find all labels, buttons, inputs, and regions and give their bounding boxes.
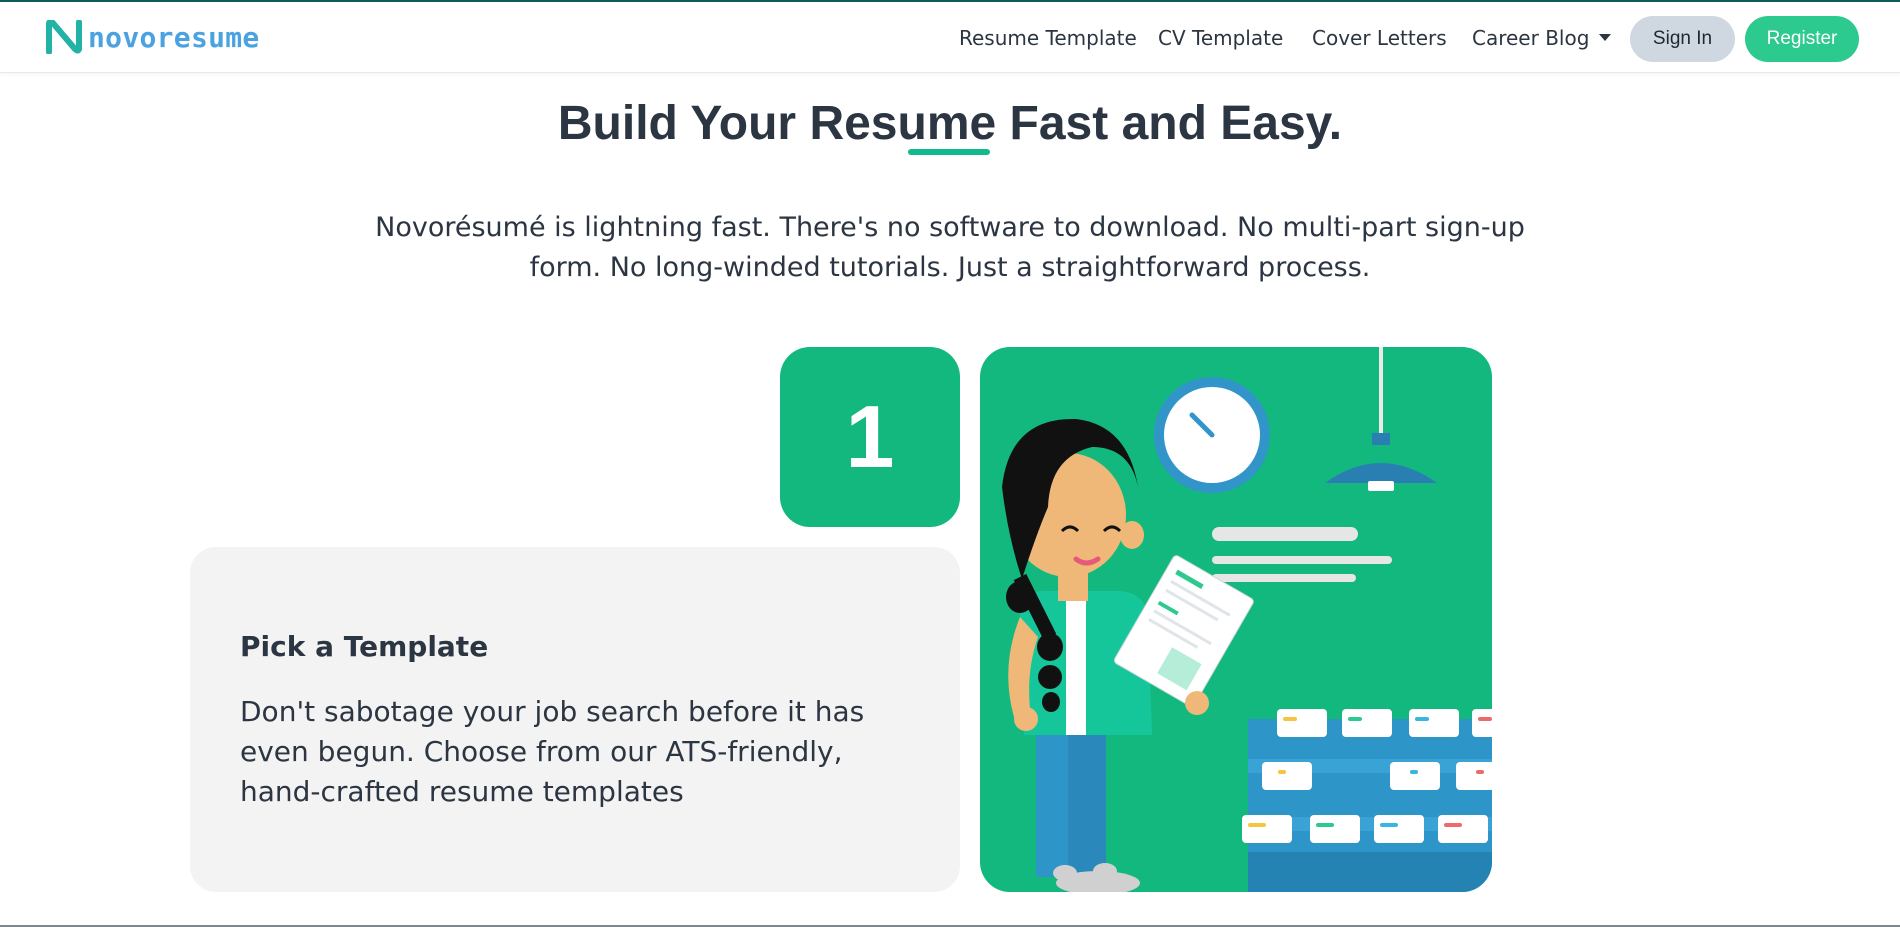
nav-career-blog[interactable]: Career Blog — [1472, 26, 1612, 50]
register-button[interactable]: Register — [1745, 16, 1859, 62]
step-card: Pick a Template Don't sabotage your job … — [190, 547, 960, 892]
step-title: Pick a Template — [240, 630, 489, 663]
sign-in-button[interactable]: Sign In — [1630, 16, 1735, 62]
logo-text: novoresume — [88, 20, 260, 54]
caret-down-icon — [1599, 34, 1612, 41]
step-number-badge: 1 — [780, 347, 960, 527]
nav-career-blog-label: Career Blog — [1472, 26, 1590, 50]
step-description: Don't sabotage your job search before it… — [240, 695, 865, 808]
logo[interactable]: novoresume — [46, 20, 260, 54]
nav-resume-template[interactable]: Resume Template — [959, 26, 1137, 50]
title-underline — [908, 149, 990, 155]
woman-holding-resume-illustration — [1002, 347, 1492, 892]
page-title: Build Your Resume Fast and Easy. — [557, 97, 1343, 150]
novoresume-logo-icon — [46, 20, 82, 54]
nav-cover-letters[interactable]: Cover Letters — [1312, 26, 1447, 50]
step-illustration — [980, 347, 1492, 892]
page-subtitle: Novorésumé is lightning fast. There's no… — [375, 212, 1525, 283]
nav-cv-template[interactable]: CV Template — [1158, 26, 1283, 50]
site-header: novoresume Resume Template CV Template C… — [0, 2, 1900, 73]
